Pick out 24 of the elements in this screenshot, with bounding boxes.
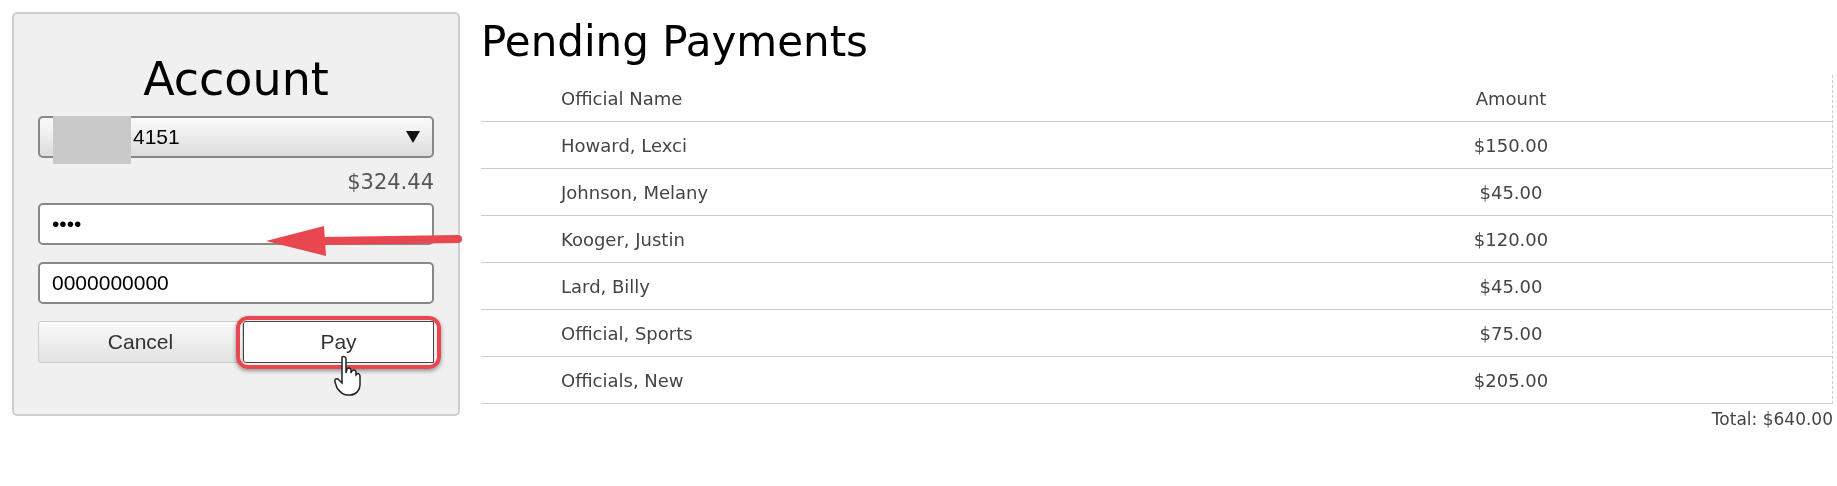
amount-cell-text: $75.00 bbox=[1478, 322, 1544, 344]
account-number-field[interactable]: 0000000000 bbox=[38, 262, 434, 304]
amount-cell-text: $150.00 bbox=[1472, 134, 1550, 156]
name-cell-text: Johnson, Melany bbox=[561, 181, 710, 203]
amount-cell-text: $45.00 bbox=[1478, 275, 1544, 297]
pay-button[interactable]: Pay bbox=[243, 321, 434, 363]
column-header: Official Name bbox=[561, 87, 684, 109]
balance-amount: $324.44 bbox=[346, 170, 434, 194]
pin-field[interactable]: •••• bbox=[38, 203, 434, 245]
name-cell-text: Official, Sports bbox=[561, 322, 694, 344]
page-title: Pending Payments bbox=[481, 16, 869, 68]
amount-cell-text: $205.00 bbox=[1472, 369, 1550, 391]
total-text: Total: $640.00 bbox=[1710, 409, 1833, 429]
name-cell-text: Officials, New bbox=[561, 369, 685, 391]
column-header: Amount bbox=[1474, 87, 1548, 109]
dropdown-arrow-icon bbox=[406, 131, 420, 143]
name-cell-text: Kooger, Justin bbox=[561, 228, 686, 250]
amount-cell-text: $120.00 bbox=[1472, 228, 1550, 250]
cancel-button[interactable]: Cancel bbox=[38, 321, 243, 363]
hand-cursor-icon bbox=[333, 355, 363, 397]
panel-title: Account bbox=[142, 52, 330, 106]
name-cell-text: Howard, Lexci bbox=[561, 134, 688, 156]
amount-cell-text: $45.00 bbox=[1478, 181, 1544, 203]
name-cell-text: Lard, Billy bbox=[561, 275, 651, 297]
